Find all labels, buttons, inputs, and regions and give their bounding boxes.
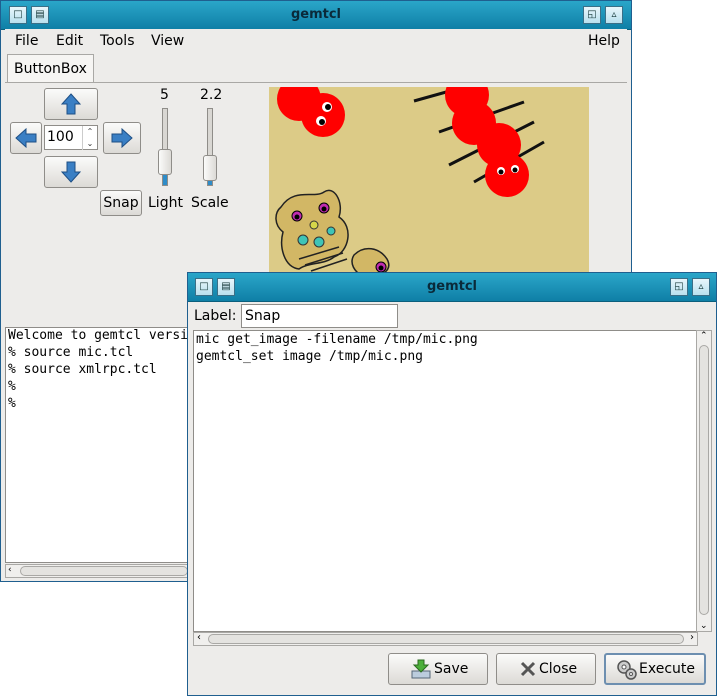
- label-input-value: Snap: [245, 308, 281, 324]
- tab-strip: ButtonBox: [5, 54, 627, 83]
- scroll-right-icon[interactable]: ›: [690, 632, 694, 643]
- label-input[interactable]: Snap: [241, 304, 398, 328]
- menubar: File Edit Tools View Help: [5, 29, 627, 53]
- save-icon: [411, 659, 431, 679]
- right-button[interactable]: [103, 122, 141, 154]
- down-button[interactable]: [44, 156, 98, 188]
- light-label: Light: [148, 195, 183, 211]
- arrow-right-icon: [111, 128, 133, 148]
- dialog-window: □ ▤ gemtcl ◱ ▵ Label: Snap mic get_image…: [187, 272, 717, 696]
- scroll-left-icon[interactable]: ‹: [197, 632, 201, 643]
- menu-help[interactable]: Help: [588, 33, 620, 49]
- main-titlebar[interactable]: □ ▤ gemtcl ◱ ▵: [1, 1, 631, 30]
- execute-label: Execute: [639, 661, 695, 677]
- arrow-down-icon: [61, 161, 81, 183]
- spin-value: 100: [47, 129, 74, 145]
- execute-button[interactable]: Execute: [604, 653, 706, 685]
- close-button[interactable]: Close: [496, 653, 596, 685]
- light-slider[interactable]: [158, 108, 172, 186]
- arrow-left-icon: [15, 128, 37, 148]
- console-output[interactable]: Welcome to gemtcl versi % source mic.tcl…: [5, 327, 191, 563]
- scrollbar-thumb[interactable]: [208, 634, 684, 644]
- maximize-icon[interactable]: ◱: [670, 278, 688, 296]
- console-line: % source mic.tcl: [8, 345, 134, 360]
- menu-file[interactable]: File: [15, 33, 38, 49]
- console-line: Welcome to gemtcl versi: [8, 328, 189, 343]
- scale-value: 2.2: [200, 87, 223, 103]
- scale-slider-thumb[interactable]: [203, 155, 217, 181]
- code-editor[interactable]: mic get_image -filename /tmp/mic.png gem…: [193, 330, 698, 632]
- gears-icon: [617, 660, 637, 680]
- spin-down-icon[interactable]: ⌄: [82, 138, 97, 150]
- up-button[interactable]: [44, 88, 98, 120]
- console-line: %: [8, 396, 16, 411]
- scroll-up-icon[interactable]: ⌃: [700, 331, 708, 341]
- scale-label: Scale: [191, 195, 229, 211]
- scroll-down-icon[interactable]: ⌄: [700, 621, 708, 631]
- light-value: 5: [160, 87, 169, 103]
- close-icon[interactable]: ▵: [692, 278, 710, 296]
- console-line: % source xmlrpc.tcl: [8, 362, 157, 377]
- code-hscrollbar[interactable]: ‹ ›: [193, 632, 698, 646]
- creatures-image: [275, 87, 545, 277]
- menu-tools[interactable]: Tools: [100, 33, 135, 49]
- spin-up-icon[interactable]: ⌃: [82, 126, 97, 138]
- image-canvas: [269, 87, 589, 277]
- code-line: gemtcl_set image /tmp/mic.png: [196, 349, 423, 364]
- position-spinbox[interactable]: 100 ⌃ ⌄: [44, 125, 98, 150]
- maximize-icon[interactable]: ◱: [583, 6, 601, 24]
- snap-button[interactable]: Snap: [100, 190, 142, 216]
- tab-buttonbox[interactable]: ButtonBox: [7, 54, 94, 82]
- console-hscrollbar[interactable]: ‹: [5, 564, 191, 578]
- arrow-up-icon: [61, 93, 81, 115]
- light-slider-thumb[interactable]: [158, 149, 172, 175]
- window-title: gemtcl: [290, 7, 342, 22]
- menu-view[interactable]: View: [151, 33, 184, 49]
- scrollbar-thumb[interactable]: [699, 345, 709, 615]
- dialog-titlebar[interactable]: □ ▤ gemtcl ◱ ▵: [188, 273, 716, 302]
- left-button[interactable]: [10, 122, 42, 154]
- code-vscrollbar[interactable]: ⌃ ⌄: [696, 330, 712, 632]
- close-x-icon: [520, 661, 536, 677]
- save-label: Save: [434, 661, 469, 677]
- scroll-left-icon[interactable]: ‹: [8, 565, 12, 575]
- console-line: %: [8, 379, 16, 394]
- label-caption: Label:: [194, 308, 237, 324]
- save-button[interactable]: Save: [388, 653, 488, 685]
- dialog-title: gemtcl: [426, 279, 478, 294]
- menu-edit[interactable]: Edit: [56, 33, 83, 49]
- scrollbar-thumb[interactable]: [20, 566, 188, 576]
- code-line: mic get_image -filename /tmp/mic.png: [196, 332, 478, 347]
- close-label: Close: [539, 661, 578, 677]
- close-icon[interactable]: ▵: [605, 6, 623, 24]
- scale-slider[interactable]: [203, 108, 217, 186]
